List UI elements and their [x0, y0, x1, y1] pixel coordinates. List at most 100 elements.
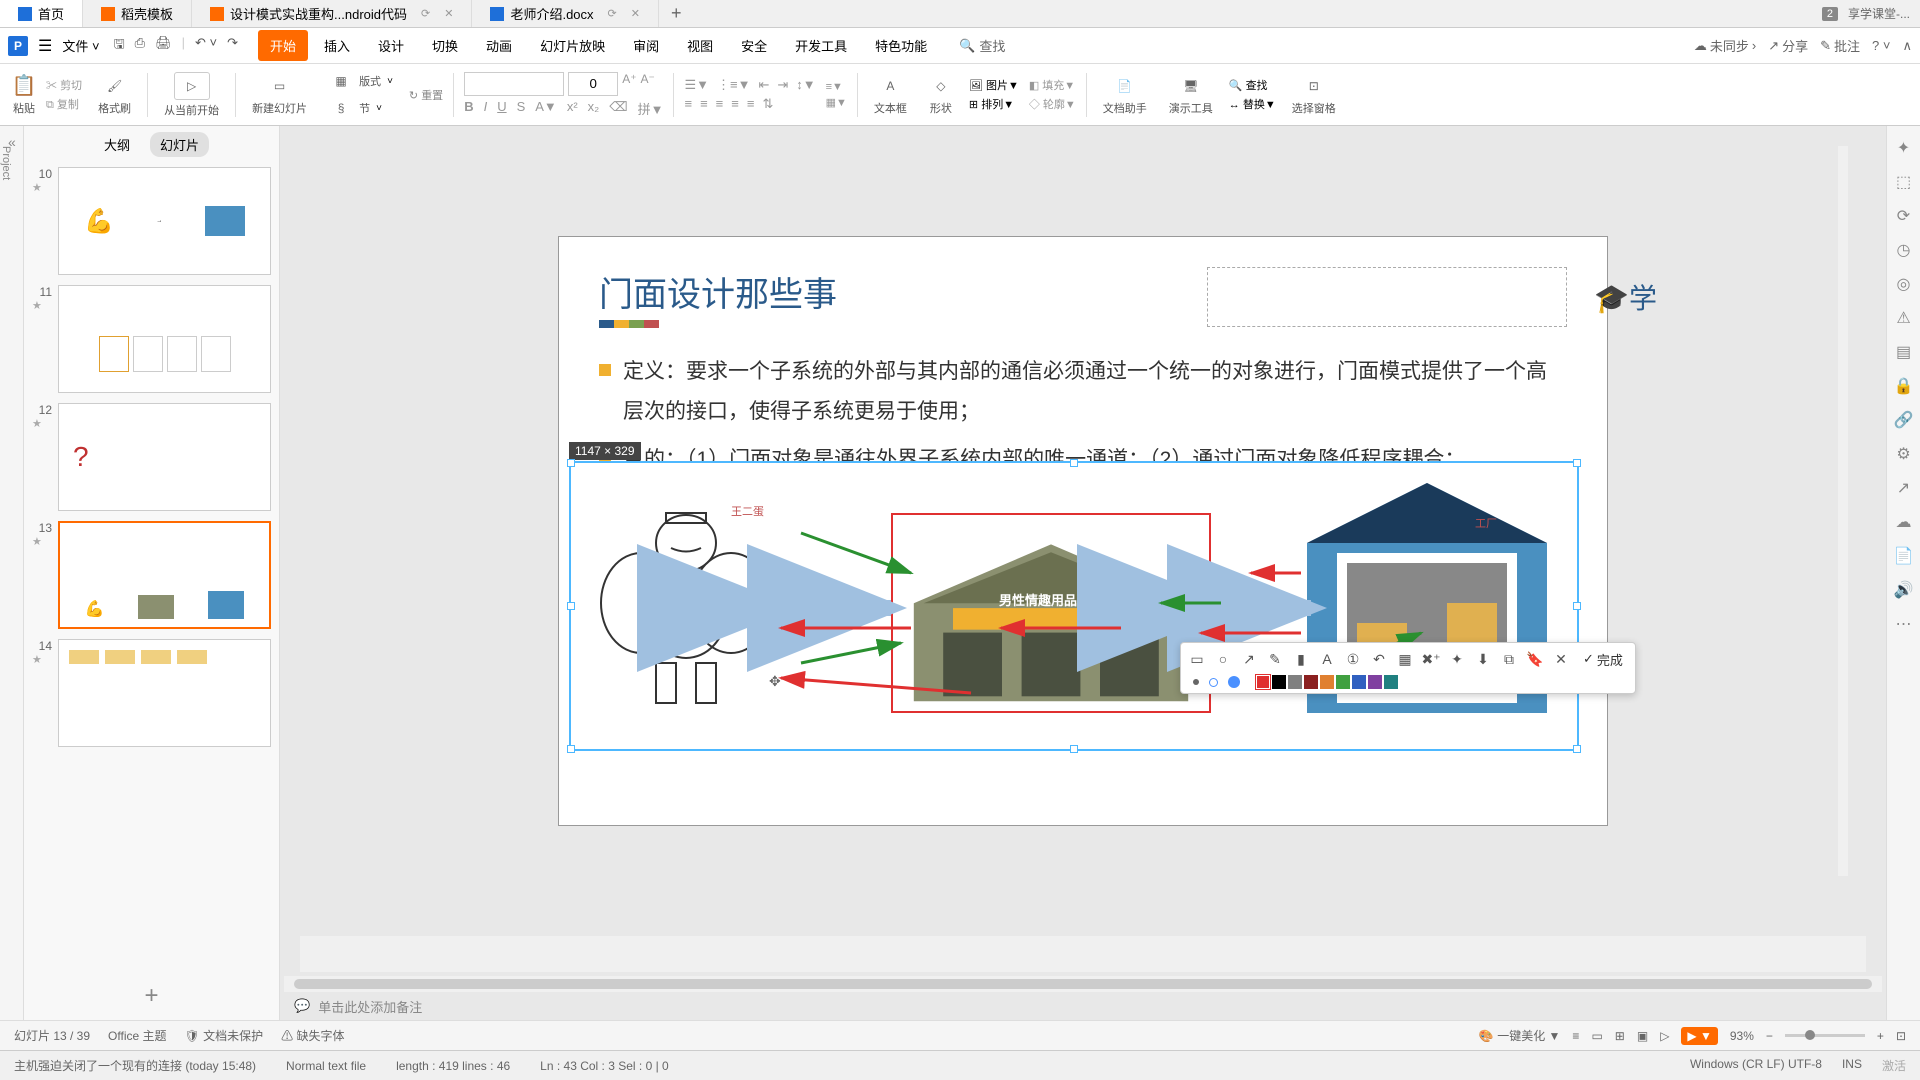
color-black[interactable] [1272, 675, 1286, 689]
sidebar-clock-icon[interactable]: ◷ [1894, 240, 1914, 260]
tab-templates[interactable]: 稻壳模板 [83, 0, 192, 27]
share-button[interactable]: ↗ 分享 [1768, 36, 1808, 55]
help-icon[interactable]: ? ˅ [1872, 38, 1890, 53]
align-distribute-icon[interactable]: ≡ [747, 96, 755, 112]
thumbnail-preview[interactable] [58, 639, 271, 747]
protection-status[interactable]: 🛡 文档未保护 [185, 1027, 264, 1044]
sidebar-warning-icon[interactable]: ⚠ [1894, 308, 1914, 328]
horizontal-scrollbar[interactable] [284, 976, 1882, 992]
zoom-out-icon[interactable]: − [1766, 1029, 1773, 1043]
save-tool-icon[interactable]: 🔖 [1523, 647, 1547, 671]
assist-icon[interactable]: 📄 [1113, 74, 1137, 98]
cut-button[interactable]: ✂ 剪切 [46, 77, 82, 93]
arrow-tool-icon[interactable]: ↗ [1237, 647, 1261, 671]
tab-add-button[interactable]: + [659, 3, 694, 24]
star-tool-icon[interactable]: ✦ [1445, 647, 1469, 671]
text-direction-icon[interactable]: ⇅ [762, 96, 773, 112]
tab-doc-teacher[interactable]: 老师介绍.docx ⟳ ✕ [472, 0, 659, 27]
color-darkred[interactable] [1304, 675, 1318, 689]
align-right-icon[interactable]: ≡ [716, 96, 724, 112]
align-justify-icon[interactable]: ≡ [731, 96, 739, 112]
notes-toggle-icon[interactable]: ≡ [1572, 1029, 1579, 1043]
copy-button[interactable]: ⧉ 复制 [46, 96, 82, 112]
font-color-button[interactable]: A▼ [535, 99, 557, 118]
close-icon[interactable]: ⟳ [608, 7, 617, 20]
slide-canvas[interactable]: 门面设计那些事 🎓学 定义：要求一个子系统的外部与其内部的通信必须通过一个统一的… [558, 236, 1608, 826]
app-logo-icon[interactable]: P [8, 36, 28, 56]
paste-icon[interactable]: 📋 [12, 74, 36, 98]
close-icon[interactable]: ⟳ [421, 7, 430, 20]
textbox-icon[interactable]: A [878, 74, 902, 98]
save-icon[interactable]: 🖫 [114, 35, 125, 57]
vertical-scrollbar[interactable] [1838, 146, 1848, 876]
outline-button[interactable]: ◇ 轮廓▼ [1029, 96, 1076, 112]
fill-button[interactable]: ◧ 填充▼ [1029, 77, 1076, 93]
sidebar-settings-icon[interactable]: ⚙ [1894, 444, 1914, 464]
zoom-slider[interactable] [1785, 1034, 1865, 1037]
sidebar-select-icon[interactable]: ⬚ [1894, 172, 1914, 192]
add-slide-button[interactable]: + [24, 972, 279, 1020]
stroke-small-icon[interactable] [1193, 679, 1199, 685]
copy-tool-icon[interactable]: ⧉ [1497, 647, 1521, 671]
menu-tab-slideshow[interactable]: 幻灯片放映 [528, 30, 617, 61]
slide-counter[interactable]: 幻灯片 13 / 39 [14, 1027, 90, 1044]
notes-area[interactable]: 💬 单击此处添加备注 [280, 992, 1886, 1020]
play-button[interactable]: ▶ ▼ [1681, 1027, 1717, 1045]
thumbnail-item[interactable]: 11★ [32, 285, 271, 393]
hamburger-icon[interactable]: ☰ [38, 36, 52, 56]
decrease-font-icon[interactable]: A⁻ [641, 72, 655, 96]
reset-button[interactable]: ↻ 重置 [409, 87, 443, 103]
layout-icon[interactable]: ▦ [329, 69, 353, 93]
sidebar-refresh-icon[interactable]: ⟳ [1894, 206, 1914, 226]
bold-button[interactable]: B [464, 99, 473, 118]
color-red[interactable] [1256, 675, 1270, 689]
thumbnail-preview[interactable] [58, 285, 271, 393]
comment-button[interactable]: ✎ 批注 [1820, 36, 1860, 55]
mosaic-tool-icon[interactable]: ▦ [1393, 647, 1417, 671]
search-field[interactable]: 🔍 查找 [959, 36, 1005, 55]
color-gray[interactable] [1288, 675, 1302, 689]
new-slide-icon[interactable]: ▭ [268, 74, 292, 98]
pin-tool-icon[interactable]: ✖⁺ [1419, 647, 1443, 671]
strike-button[interactable]: S [517, 99, 526, 118]
bullets-icon[interactable]: ☰▼ [684, 77, 709, 93]
underline-button[interactable]: U [497, 99, 506, 118]
tab-home[interactable]: 首页 [0, 0, 83, 27]
theme-label[interactable]: Office 主题 [108, 1027, 166, 1044]
view-sorter-icon[interactable]: ⊞ [1615, 1029, 1625, 1043]
indent-inc-icon[interactable]: ⇥ [777, 77, 788, 93]
menu-tab-transition[interactable]: 切换 [420, 30, 470, 61]
zoom-in-icon[interactable]: + [1877, 1029, 1884, 1043]
indent-dec-icon[interactable]: ⇤ [758, 77, 769, 93]
numbering-icon[interactable]: ⋮≡▼ [717, 77, 750, 93]
sidebar-export-icon[interactable]: ↗ [1894, 478, 1914, 498]
play-icon[interactable]: ▷ [174, 72, 210, 100]
selected-image-box[interactable]: 王二蛋 男性情趣用品公司 [569, 461, 1579, 751]
find-button[interactable]: 🔍 查找 [1229, 77, 1276, 93]
marker-tool-icon[interactable]: ▮ [1289, 647, 1313, 671]
menu-tab-design[interactable]: 设计 [366, 30, 416, 61]
sync-status[interactable]: ☁ 未同步 › [1694, 36, 1756, 55]
color-green[interactable] [1336, 675, 1350, 689]
menu-tab-review[interactable]: 审阅 [621, 30, 671, 61]
fit-icon[interactable]: ⊡ [1896, 1029, 1906, 1043]
image-button[interactable]: 🖼 图片▼ [969, 77, 1019, 93]
sidebar-link-icon[interactable]: 🔗 [1894, 410, 1914, 430]
close-icon[interactable]: ✕ [444, 7, 453, 20]
file-menu[interactable]: 文件 ˅ [62, 36, 99, 55]
rect-tool-icon[interactable]: ▭ [1185, 647, 1209, 671]
font-family-select[interactable] [464, 72, 564, 96]
thumbnail-item[interactable]: 12★ ? [32, 403, 271, 511]
present-tools-icon[interactable]: 🖥 [1179, 74, 1203, 98]
slides-tab[interactable]: 幻灯片 [150, 132, 209, 157]
redo-icon[interactable]: ↷ [227, 35, 238, 57]
sidebar-icon[interactable]: ✦ [1894, 138, 1914, 158]
font-size-input[interactable] [568, 72, 618, 96]
replace-button[interactable]: ↔ 替换▼ [1229, 96, 1276, 112]
align-center-icon[interactable]: ≡ [700, 96, 708, 112]
preview-icon[interactable]: 🖨 [155, 35, 172, 57]
thumbnail-item[interactable]: 14★ [32, 639, 271, 747]
clear-format-button[interactable]: ⌫ [609, 99, 627, 118]
undo-tool-icon[interactable]: ↶ [1367, 647, 1391, 671]
italic-button[interactable]: I [484, 99, 488, 118]
